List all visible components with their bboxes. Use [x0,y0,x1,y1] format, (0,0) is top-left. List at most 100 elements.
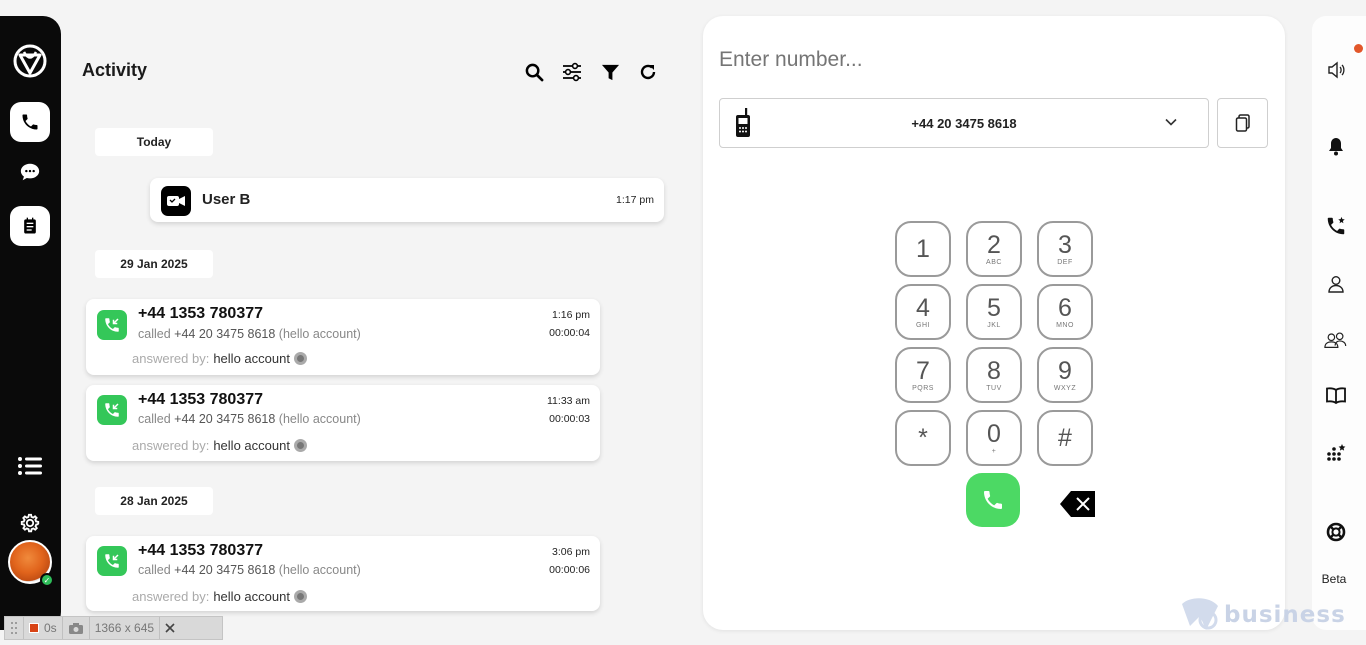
caller-number: +44 1353 780377 [138,391,264,408]
call-button[interactable] [966,473,1020,527]
caller-id-select[interactable]: +44 20 3475 8618 [719,98,1209,148]
answered-line: answered by: hello account [132,351,307,366]
dial-key[interactable]: * [895,410,951,466]
grip-icon [11,622,17,634]
call-duration: 00:00:04 [549,327,590,339]
filter-icon[interactable] [596,60,624,84]
dial-key-digit: 7 [916,356,930,385]
dial-key-digit: 6 [1058,293,1072,322]
dial-key-digit: * [918,423,928,452]
backspace-icon [1060,491,1095,517]
phone-icon [984,491,1002,509]
refresh-icon[interactable] [634,60,662,84]
called-number: +44 20 3475 8618 [174,563,276,577]
caller-number: +44 1353 780377 [138,542,264,559]
chevron-down-icon [1164,115,1178,134]
dial-key-letters: TUV [986,384,1002,392]
stop-icon [29,623,39,633]
help-lifebuoy-icon[interactable] [1324,520,1348,544]
app-logo-icon [12,43,48,79]
call-time: 1:17 pm [616,194,654,206]
number-input[interactable] [719,48,1239,72]
dial-key[interactable]: 5 JKL [966,284,1022,340]
dial-key-letters: MNO [1056,321,1074,329]
activity-item-call[interactable]: +44 1353 780377 called +44 20 3475 8618 … [86,536,600,611]
called-prefix: called [138,563,171,577]
copy-button[interactable] [1217,98,1268,148]
activity-item-call[interactable]: +44 1353 780377 called +44 20 3475 8618 … [86,385,600,461]
dial-key[interactable]: 1 [895,221,951,277]
called-line: called +44 20 3475 8618 (hello account) [138,563,361,577]
dial-key[interactable]: 6 MNO [1037,284,1093,340]
incoming-call-icon [97,310,127,340]
call-time: 3:06 pm [552,546,590,558]
speaker-icon[interactable] [1324,58,1348,82]
nav-notes-button[interactable] [10,206,50,246]
record-stop-button[interactable]: 0s [24,617,63,639]
dial-key[interactable]: 8 TUV [966,347,1022,403]
date-separator: 29 Jan 2025 [95,250,213,278]
recording-time: 0s [44,621,57,635]
incoming-call-icon [97,395,127,425]
dial-key-letters: DEF [1057,258,1073,266]
backspace-button[interactable] [1059,490,1097,518]
dial-key[interactable]: 4 GHI [895,284,951,340]
book-icon[interactable] [1324,384,1348,408]
caller-number: +44 1353 780377 [138,305,264,322]
dial-key[interactable]: 0 + [966,410,1022,466]
dial-key[interactable]: 2 ABC [966,221,1022,277]
camera-icon [68,622,83,634]
dial-key-letters: GHI [916,321,930,329]
call-time: 1:16 pm [552,309,590,321]
chat-icon [20,163,40,181]
activity-item-video[interactable]: User B 1:17 pm [150,178,664,222]
activity-item-call[interactable]: +44 1353 780377 called +44 20 3475 8618 … [86,299,600,375]
called-number: +44 20 3475 8618 [174,327,276,341]
screenshot-button[interactable] [63,617,90,639]
called-line: called +44 20 3475 8618 (hello account) [138,327,361,341]
notification-dot [1354,44,1363,53]
dial-key[interactable]: 9 WXYZ [1037,347,1093,403]
dial-key-letters: WXYZ [1053,384,1077,392]
drag-handle[interactable] [5,617,24,639]
called-line: called +44 20 3475 8618 (hello account) [138,412,361,426]
dial-key-letters: JKL [987,321,1001,329]
called-prefix: called [138,412,171,426]
transfer-call-icon[interactable] [1324,214,1348,238]
sliders-icon[interactable] [558,60,586,84]
answered-by: hello account [213,589,290,604]
dial-key[interactable]: 7 PQRS [895,347,951,403]
dial-key-digit: 9 [1058,356,1072,385]
dial-key-digit: 3 [1058,230,1072,259]
answered-line: answered by: hello account [132,438,307,453]
call-duration: 00:00:03 [549,413,590,425]
dial-key-digit: 1 [916,234,930,263]
online-status-icon: ✓ [40,573,54,587]
call-time: 11:33 am [547,395,590,407]
dial-key-letters: ABC [986,258,1002,266]
bell-icon[interactable] [1324,134,1348,158]
nav-settings-button[interactable] [16,509,44,537]
group-icon[interactable] [1324,328,1348,352]
list-icon [18,457,42,475]
dial-key[interactable]: # [1037,410,1093,466]
close-icon [165,623,175,633]
activity-title: Activity [82,60,148,80]
dial-key[interactable]: 3 DEF [1037,221,1093,277]
nav-chat-button[interactable] [16,158,44,186]
right-sidebar: Beta [1312,16,1366,630]
called-prefix: called [138,327,171,341]
screen-recorder-bar: 0s 1366 x 645 [4,616,223,640]
answered-by: hello account [213,438,290,453]
answered-line: answered by: hello account [132,589,307,604]
close-recorder-button[interactable] [160,617,180,639]
answered-label: answered by: [132,438,210,453]
nav-list-button[interactable] [16,452,44,480]
phone-icon [22,114,38,130]
dialpad-star-icon[interactable] [1324,442,1348,466]
contact-icon[interactable] [1324,272,1348,296]
search-icon[interactable] [520,60,548,84]
dial-key-digit: 4 [916,293,930,322]
nav-phone-button[interactable] [10,102,50,142]
activity-toolbar [520,60,662,84]
